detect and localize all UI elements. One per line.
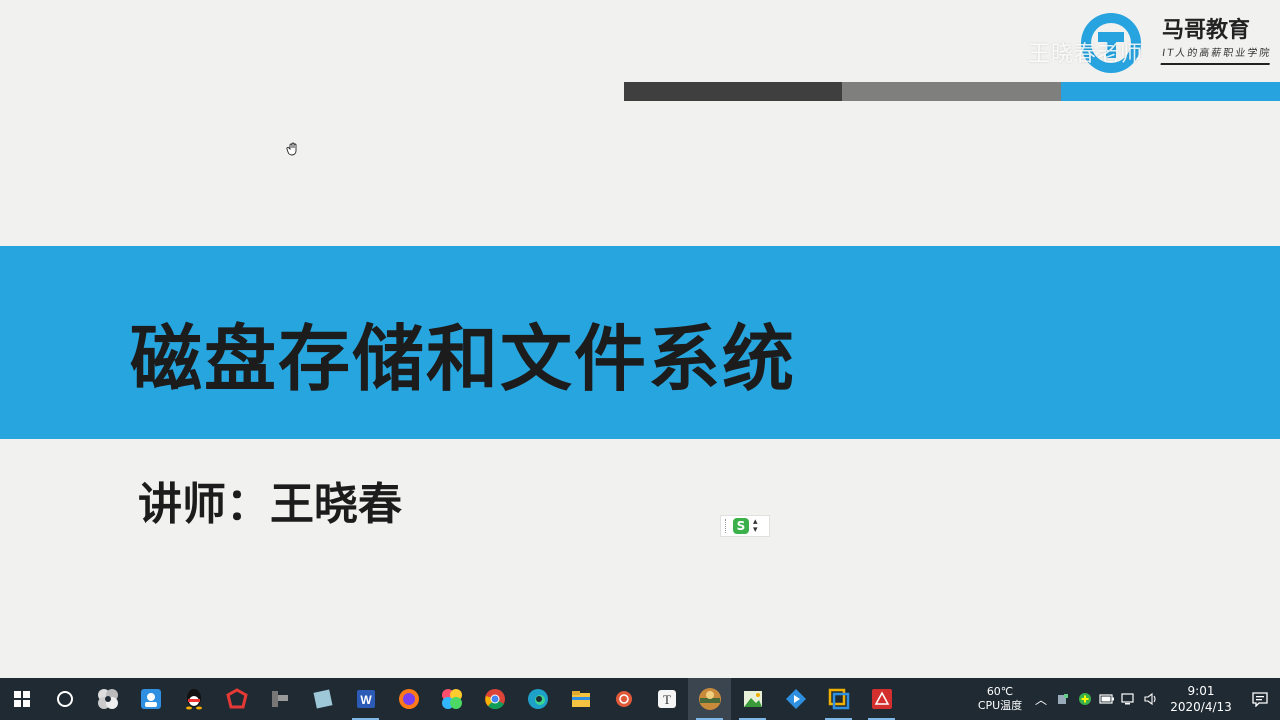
- pinwheel-app-icon: [97, 689, 118, 709]
- typora-icon: T: [657, 690, 676, 708]
- taskbar-app-notes[interactable]: [301, 678, 344, 720]
- taskbar-app-edge[interactable]: [516, 678, 559, 720]
- taskbar-app-slideshow[interactable]: [688, 678, 731, 720]
- taskbar-app-pinwheel[interactable]: [86, 678, 129, 720]
- taskbar-app-word[interactable]: W: [344, 678, 387, 720]
- vmware-icon: [828, 688, 849, 710]
- snail-app-icon: [615, 691, 632, 707]
- green-plus-icon: [1079, 693, 1091, 705]
- photos-app-icon: [441, 689, 462, 709]
- taskbar-app-image-editor[interactable]: [731, 678, 774, 720]
- temperature-label: CPU温度: [977, 699, 1023, 712]
- tray-app-1[interactable]: [1052, 678, 1074, 720]
- show-hidden-icons-button[interactable]: ︿: [1030, 678, 1052, 720]
- bar-blue: [1061, 82, 1280, 101]
- bar-dark: [624, 82, 842, 101]
- taskbar-app-media[interactable]: [774, 678, 817, 720]
- firefox-icon: [398, 689, 419, 709]
- slideshow-app-icon: [698, 688, 721, 710]
- speaker-icon: [1144, 692, 1156, 706]
- taskbar-app-chrome[interactable]: [473, 678, 516, 720]
- tray-app-2[interactable]: [1074, 678, 1096, 720]
- hand-cursor-icon: [286, 142, 297, 156]
- taskbar-app-photos[interactable]: [430, 678, 473, 720]
- contacts-app-icon: [140, 689, 161, 709]
- qq-icon: [185, 689, 202, 710]
- notes-app-icon: [313, 689, 332, 709]
- pdf-reader-icon: [871, 689, 892, 709]
- tray-app-icon: [1058, 694, 1068, 704]
- taskbar-app-red[interactable]: [215, 678, 258, 720]
- sogou-s-icon[interactable]: S: [733, 518, 749, 534]
- battery-icon: [1099, 694, 1114, 704]
- tool-app-icon: [271, 691, 288, 707]
- chevron-up-icon: ︿: [1034, 692, 1047, 707]
- taskbar-app-firefox[interactable]: [387, 678, 430, 720]
- file-explorer-icon: [571, 691, 590, 707]
- ime-toolbar[interactable]: S ▴ ▾: [720, 515, 770, 537]
- media-app-icon: [785, 689, 806, 709]
- system-tray: 60℃ CPU温度 ︿ 9:01 2020/4/13: [970, 678, 1280, 720]
- network-icon: [1121, 693, 1134, 705]
- ime-menu-arrow-icon[interactable]: ▴ ▾: [753, 518, 758, 535]
- edge-icon: [527, 689, 548, 709]
- volume-button[interactable]: [1140, 678, 1162, 720]
- brand-name: 马哥教育: [1162, 18, 1251, 43]
- taskbar-app-contacts[interactable]: [129, 678, 172, 720]
- action-center-button[interactable]: [1240, 678, 1280, 720]
- start-button[interactable]: [0, 678, 43, 720]
- battery-button[interactable]: [1096, 678, 1118, 720]
- clock-time: 9:01: [1187, 684, 1215, 698]
- taskbar-clock[interactable]: 9:01 2020/4/13: [1162, 683, 1240, 715]
- red-app-icon: [225, 688, 248, 709]
- cpu-temperature[interactable]: 60℃ CPU温度: [970, 685, 1030, 713]
- taskbar-app-pdf[interactable]: [860, 678, 903, 720]
- taskbar-app-vmware[interactable]: [817, 678, 860, 720]
- temperature-value: 60℃: [986, 685, 1014, 698]
- word-icon: W: [356, 690, 375, 708]
- presentation-slide: 王晓春老师 马哥教育 IT人的高薪职业学院 磁盘存储和文件系统 讲师：王晓春 S…: [0, 0, 1280, 678]
- brand-slogan: IT人的高薪职业学院: [1160, 44, 1273, 65]
- lecturer-name: 讲师：王晓春: [138, 479, 402, 530]
- notification-icon: [1252, 692, 1268, 707]
- teacher-watermark: 王晓春老师: [1028, 42, 1144, 67]
- clock-date: 2020/4/13: [1170, 700, 1232, 714]
- windows-taskbar: W T 60℃ CPU温度 ︿ 9:01 2020/4/13: [0, 678, 1280, 720]
- ime-drag-handle[interactable]: [725, 519, 729, 533]
- chrome-icon: [484, 689, 505, 710]
- taskbar-app-tool[interactable]: [258, 678, 301, 720]
- network-button[interactable]: [1118, 678, 1140, 720]
- taskbar-app-typora[interactable]: T: [645, 678, 688, 720]
- svg-text:T: T: [663, 692, 671, 707]
- taskbar-app-qq[interactable]: [172, 678, 215, 720]
- search-icon: [56, 691, 73, 707]
- image-editor-icon: [743, 691, 762, 707]
- taskbar-app-snail[interactable]: [602, 678, 645, 720]
- slide-title: 磁盘存储和文件系统: [130, 317, 797, 401]
- decorative-bars: [624, 82, 1280, 101]
- taskbar-app-explorer[interactable]: [559, 678, 602, 720]
- svg-text:W: W: [360, 693, 372, 707]
- windows-logo-icon: [13, 691, 30, 707]
- search-button[interactable]: [43, 678, 86, 720]
- bar-gray: [842, 82, 1061, 101]
